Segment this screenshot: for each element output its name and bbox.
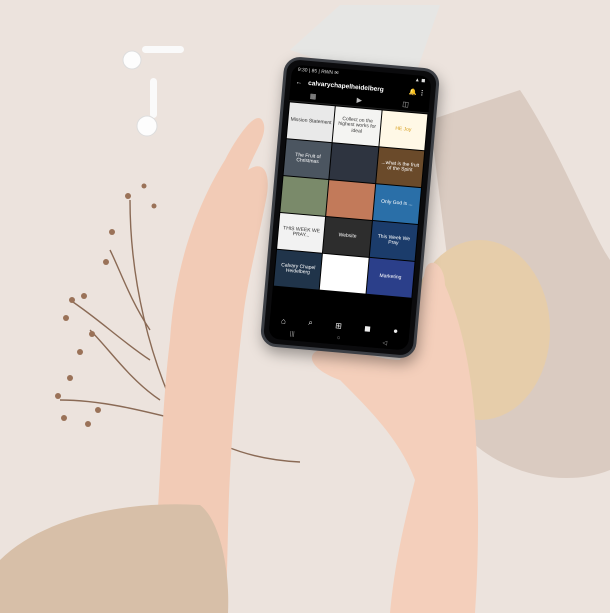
post-tile-text: Mission Statement bbox=[290, 116, 332, 127]
post-tile[interactable] bbox=[320, 253, 369, 294]
post-tile-text: Calvary Chapel Heidelberg bbox=[281, 261, 316, 276]
post-tile[interactable]: HE Joy bbox=[379, 110, 428, 151]
post-tile[interactable]: THIS WEEK WE PRAY... bbox=[277, 212, 326, 253]
post-tile[interactable]: Calvary Chapel Heidelberg bbox=[273, 249, 323, 290]
post-tile-text: Marketing bbox=[379, 273, 402, 281]
shop-icon[interactable]: ◼ bbox=[364, 323, 371, 333]
header-icons[interactable]: 🔔 ⋮ bbox=[409, 88, 426, 97]
post-tile-text: THIS WEEK WE PRAY... bbox=[282, 224, 321, 239]
post-tile[interactable]: The Fruit of Christmas bbox=[283, 139, 332, 180]
profile-avatar-icon[interactable]: ● bbox=[393, 326, 399, 335]
post-tile-text: This Week We Pray bbox=[377, 233, 411, 247]
post-tile[interactable]: Only God is ... bbox=[372, 184, 421, 224]
post-tile[interactable]: ...what is the fruit of the Spirit bbox=[375, 147, 425, 188]
back-button-icon[interactable]: ◁ bbox=[382, 339, 387, 346]
post-grid: Mission Statement Collect on the highest … bbox=[273, 101, 429, 298]
phone-screen: 9:30 | 85 | RWN ✉ ▲ ◼ ← calvarychapelhei… bbox=[268, 64, 432, 351]
recents-icon[interactable]: ||| bbox=[290, 331, 295, 337]
home-icon[interactable]: ⌂ bbox=[281, 316, 287, 325]
back-arrow-icon[interactable]: ← bbox=[295, 78, 302, 86]
post-tile-text: Website bbox=[338, 232, 357, 240]
post-tile[interactable] bbox=[329, 143, 379, 184]
post-tile[interactable]: Mission Statement bbox=[286, 102, 336, 143]
post-tile-text: The Fruit of Christmas bbox=[295, 151, 322, 166]
post-tile[interactable]: Marketing bbox=[366, 257, 415, 298]
tab-tagged-icon[interactable]: ◫ bbox=[402, 100, 409, 109]
smartphone: 9:30 | 85 | RWN ✉ ▲ ◼ ← calvarychapelhei… bbox=[259, 55, 441, 360]
post-tile-text: ...what is the fruit of the Spirit bbox=[381, 159, 420, 174]
post-tile[interactable] bbox=[326, 180, 375, 220]
earbuds bbox=[122, 46, 184, 137]
status-icons: ▲ ◼ bbox=[414, 77, 426, 85]
post-tile[interactable] bbox=[280, 176, 329, 216]
post-tile[interactable]: Website bbox=[323, 216, 372, 257]
search-icon[interactable]: ⌕ bbox=[308, 318, 313, 328]
post-tile-text: HE Joy bbox=[395, 125, 412, 134]
sleeve bbox=[0, 504, 229, 613]
tab-reels-icon[interactable]: ▶ bbox=[356, 96, 362, 104]
tab-grid-icon[interactable]: ▦ bbox=[309, 92, 316, 101]
home-button-icon[interactable]: ○ bbox=[336, 335, 340, 341]
post-tile[interactable]: Collect on the highest works for ideal bbox=[332, 106, 382, 147]
post-tile[interactable]: This Week We Pray bbox=[369, 221, 418, 261]
photo-scene: 9:30 | 85 | RWN ✉ ▲ ◼ ← calvarychapelhei… bbox=[0, 0, 610, 613]
post-tile-text: Collect on the highest works for ideal bbox=[338, 115, 377, 135]
post-tile-text: Only God is ... bbox=[380, 198, 413, 208]
create-post-icon[interactable]: ⊞ bbox=[335, 321, 342, 331]
